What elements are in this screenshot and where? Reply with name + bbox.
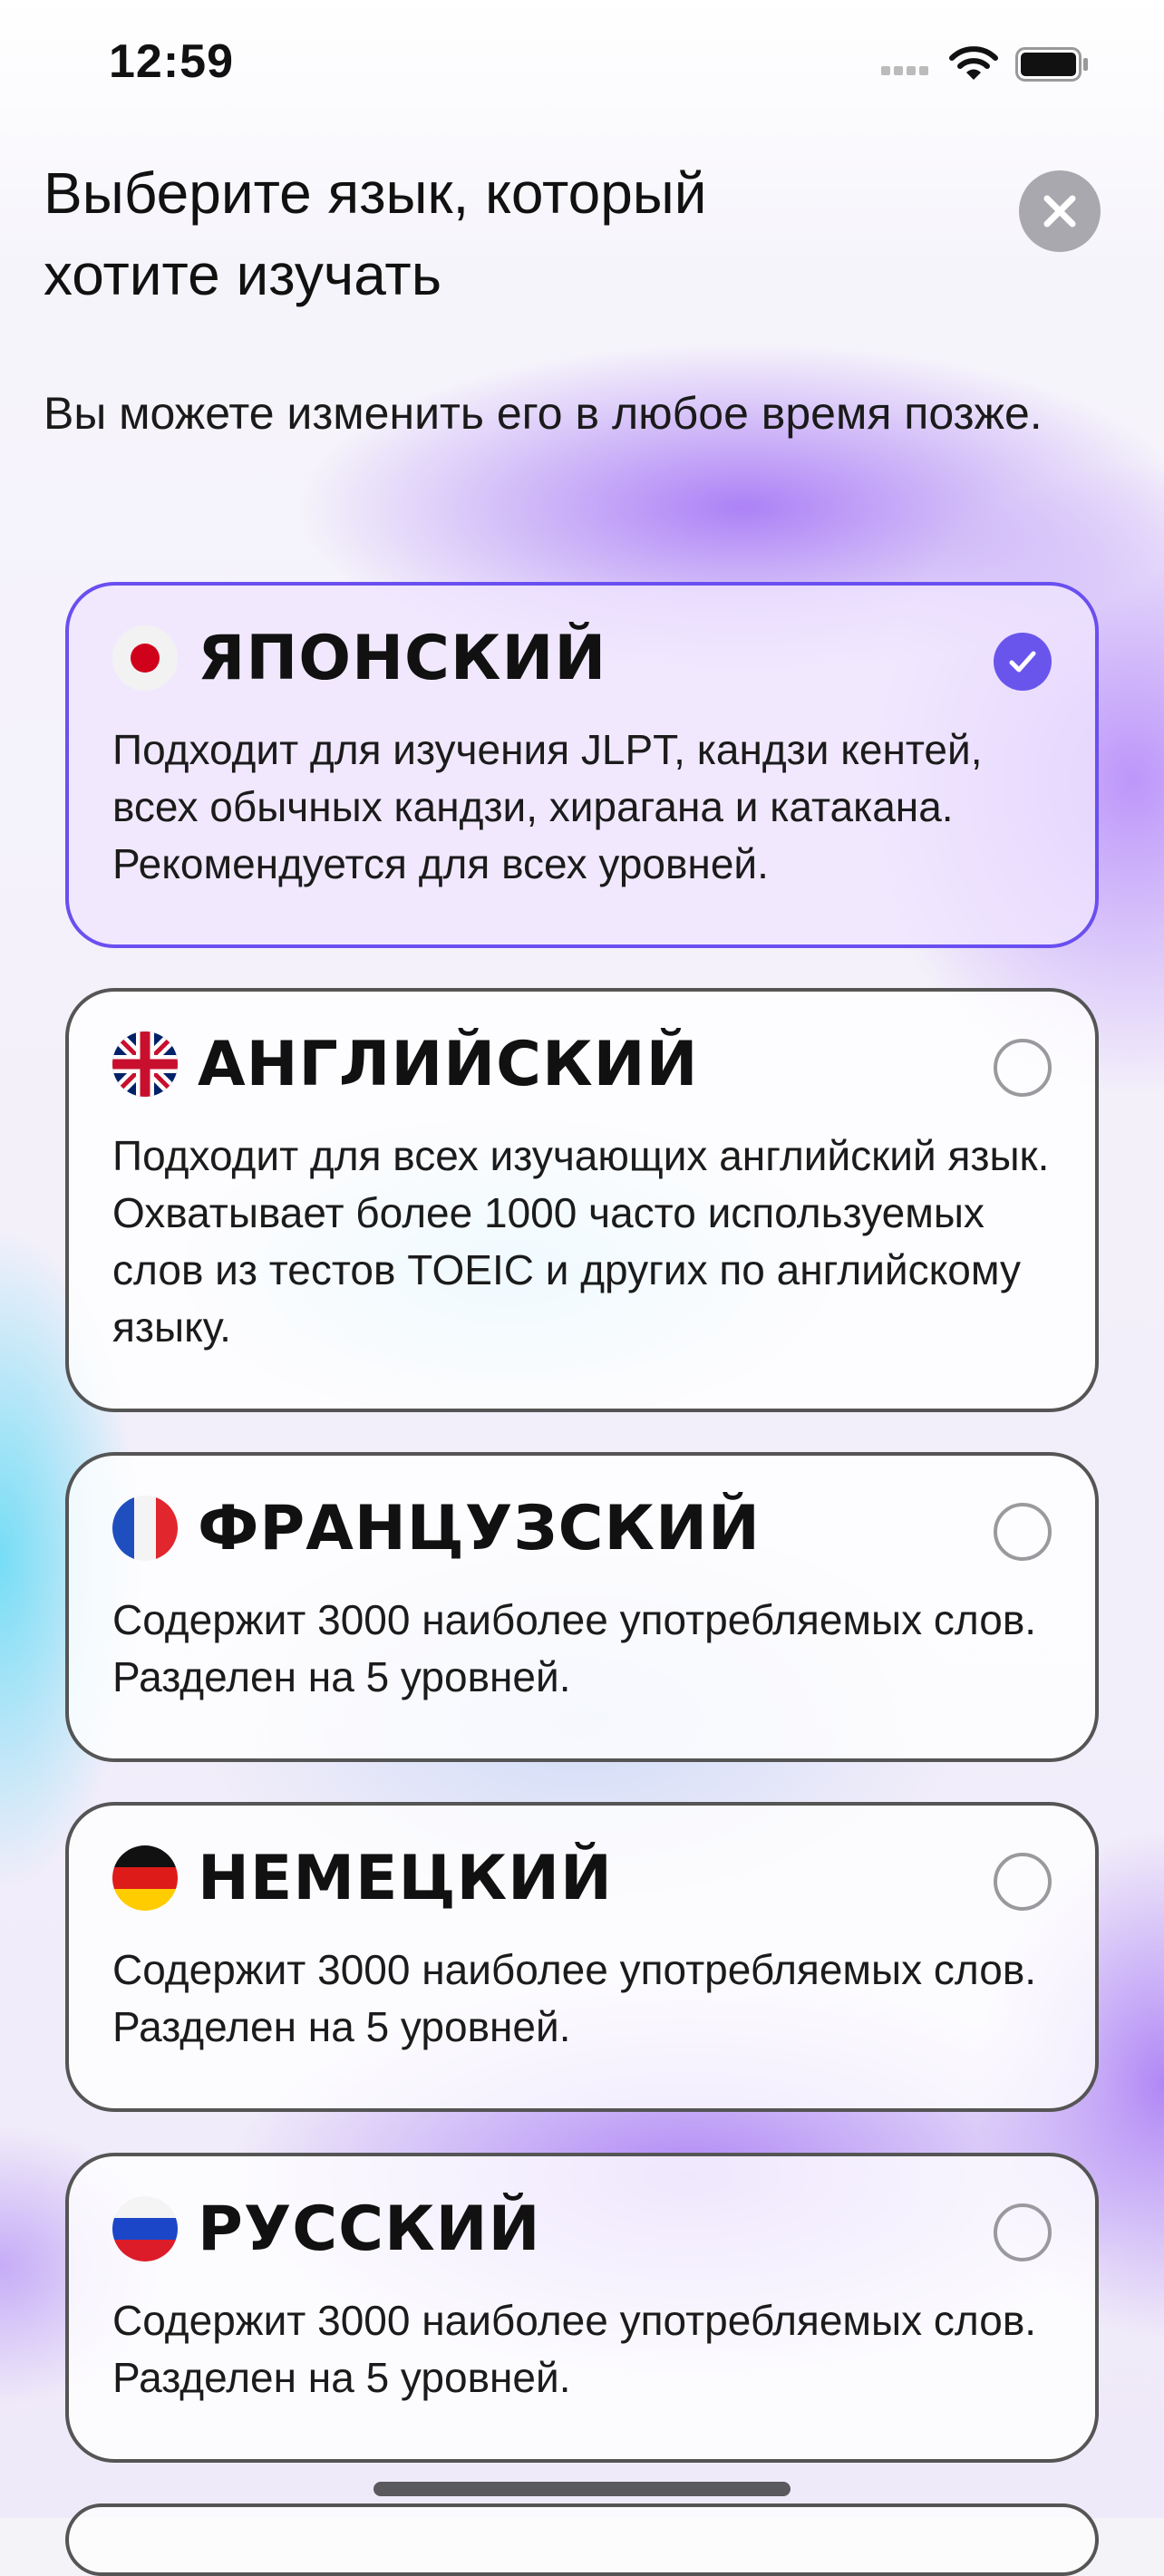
language-name: АНГЛИЙСКИЙ <box>198 1028 699 1100</box>
language-description: Подходит для изучения JLPT, кандзи кенте… <box>112 726 983 887</box>
france-flag-icon <box>112 1496 178 1561</box>
close-icon <box>1043 195 1076 228</box>
close-button[interactable] <box>1019 170 1101 252</box>
status-time: 12:59 <box>109 35 234 88</box>
language-card-french[interactable]: ФРАНЦУЗСКИЙ Содержит 3000 наиболее употр… <box>65 1452 1099 1762</box>
language-description: Содержит 3000 наиболее употребляемых сло… <box>112 1946 1037 2050</box>
radio-button[interactable] <box>994 1039 1052 1097</box>
radio-button[interactable] <box>994 1853 1052 1911</box>
language-name: НЕМЕЦКИЙ <box>198 1842 613 1914</box>
language-name: РУССКИЙ <box>198 2193 541 2265</box>
page-subtitle: Вы можете изменить его в любое время поз… <box>44 388 1043 439</box>
language-card-russian[interactable]: РУССКИЙ Содержит 3000 наиболее употребля… <box>65 2153 1099 2463</box>
selected-checkmark-icon[interactable] <box>994 633 1052 691</box>
radio-button[interactable] <box>994 1503 1052 1561</box>
language-card-japanese[interactable]: ЯПОНСКИЙ Подходит для изучения JLPT, кан… <box>65 582 1099 948</box>
language-description: Содержит 3000 наиболее употребляемых сло… <box>112 1596 1037 1700</box>
language-card-english[interactable]: АНГЛИЙСКИЙ Подходит для всех изучающих а… <box>65 988 1099 1412</box>
wifi-icon <box>949 46 998 80</box>
battery-icon <box>1015 47 1088 82</box>
uk-flag-icon <box>112 1031 178 1097</box>
russia-flag-icon <box>112 2196 178 2261</box>
germany-flag-icon <box>112 1845 178 1911</box>
radio-button[interactable] <box>994 2203 1052 2261</box>
language-description: Содержит 3000 наиболее употребляемых сло… <box>112 2297 1037 2401</box>
language-description: Подходит для всех изучающих английский я… <box>112 1132 1050 1351</box>
status-bar: 12:59 <box>0 0 1164 127</box>
home-indicator <box>373 2482 791 2496</box>
cellular-signal-icon <box>881 63 936 76</box>
japan-flag-icon <box>112 625 178 691</box>
language-name: ЯПОНСКИЙ <box>198 622 607 694</box>
language-card-partial[interactable] <box>65 2503 1099 2576</box>
page-title: Выберите язык, который хотите изучать <box>44 160 707 307</box>
language-card-german[interactable]: НЕМЕЦКИЙ Содержит 3000 наиболее употребл… <box>65 1802 1099 2112</box>
language-name: ФРАНЦУЗСКИЙ <box>198 1492 761 1564</box>
